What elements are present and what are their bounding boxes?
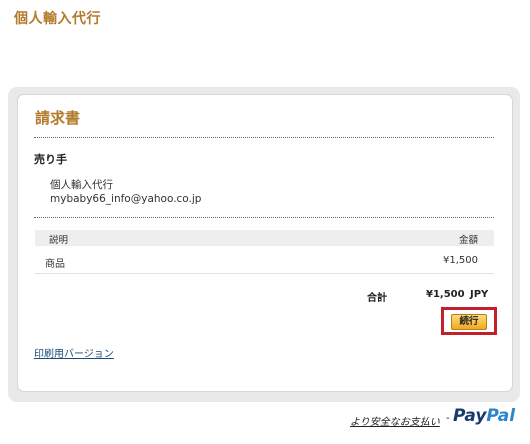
continue-button[interactable]: 続行 <box>451 314 487 330</box>
safer-payment-link[interactable]: より安全なお支払い <box>350 413 440 428</box>
print-version-link[interactable]: 印刷用バージョン <box>34 345 114 360</box>
seller-name: 個人輸入代行 <box>50 179 113 191</box>
separator: - <box>446 413 450 424</box>
column-header-amount: 金額 <box>458 235 478 246</box>
table-row: 商品 ¥1,500 <box>35 251 494 274</box>
continue-highlight: 続行 <box>441 307 497 335</box>
total-value: ¥1,500 <box>426 289 465 300</box>
seller-email: mybaby66_info@yahoo.co.jp <box>50 193 202 205</box>
divider <box>34 137 494 138</box>
total-label: 合計 <box>367 293 387 304</box>
column-header-description: 説明 <box>49 235 69 246</box>
paypal-logo-pal: Pal <box>486 406 516 426</box>
total-currency: JPY <box>470 289 489 300</box>
item-name: 商品 <box>45 259 65 270</box>
invoice-card: 請求書 売り手 個人輸入代行 mybaby66_info@yahoo.co.jp… <box>17 94 513 392</box>
item-amount: ¥1,500 <box>443 255 478 266</box>
site-title: 個人輸入代行 <box>14 11 101 27</box>
invoice-title: 請求書 <box>35 109 81 127</box>
table-header: 説明 金額 <box>35 230 494 246</box>
paypal-logo-pay: Pay <box>453 406 487 426</box>
divider <box>34 217 494 218</box>
paypal-logo: PayPal <box>453 406 515 426</box>
seller-heading: 売り手 <box>34 153 67 166</box>
